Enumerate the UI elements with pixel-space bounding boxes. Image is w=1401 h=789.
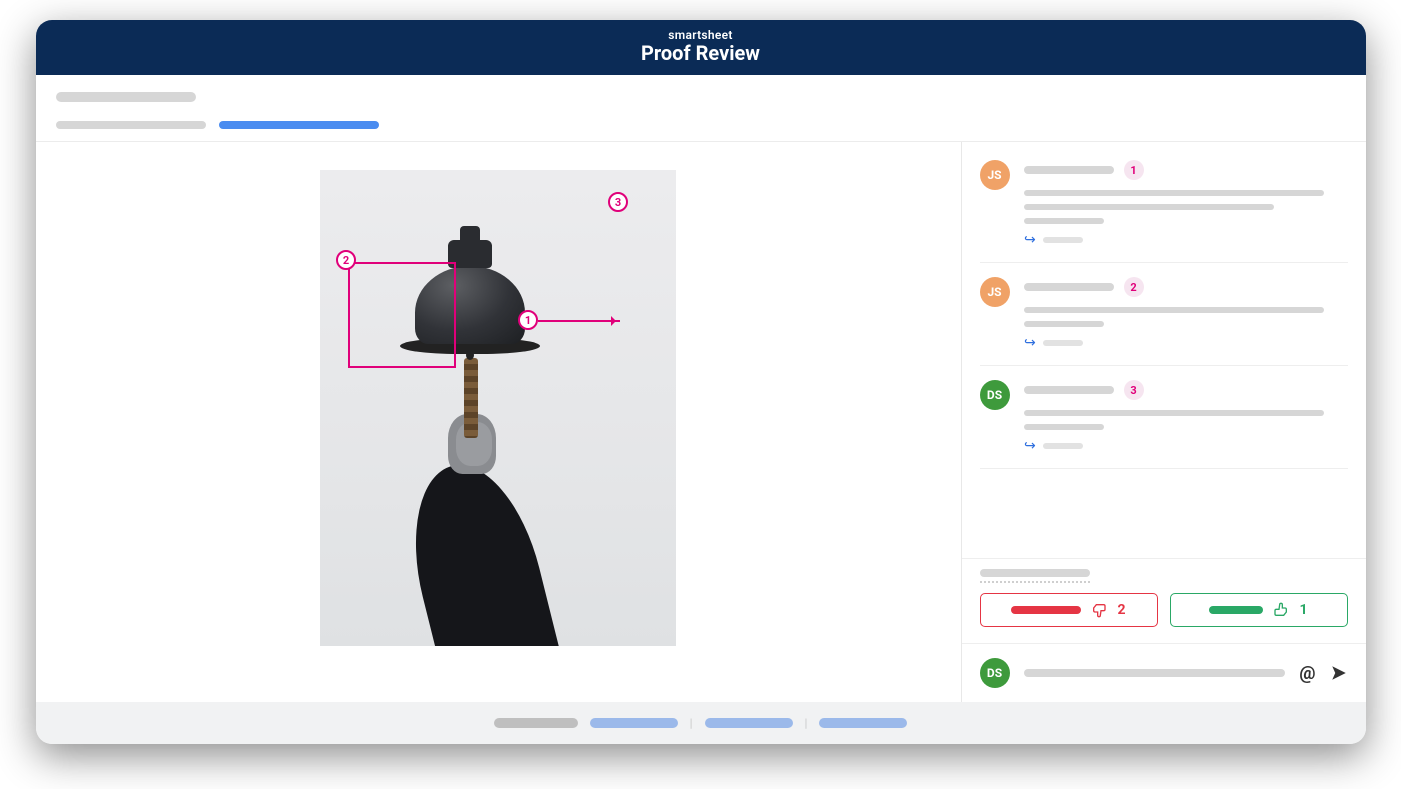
footer-divider-2: | — [805, 716, 808, 730]
image-arm — [394, 451, 566, 646]
comment-text-placeholder — [1024, 190, 1324, 196]
thumbs-down-icon — [1091, 602, 1107, 618]
image-clapper — [466, 350, 474, 360]
reject-count: 2 — [1117, 602, 1125, 618]
comment-input[interactable] — [1024, 669, 1286, 677]
breadcrumb-placeholder — [56, 121, 206, 129]
decision-label-placeholder — [980, 569, 1090, 577]
annotation-pin-2[interactable]: 2 — [336, 250, 356, 270]
comment-text-placeholder — [1024, 204, 1274, 210]
annotation-pin-1[interactable]: 1 — [518, 310, 538, 330]
image-handle — [464, 358, 478, 438]
thumbs-up-icon — [1273, 602, 1289, 618]
comment-meta-placeholder — [1024, 218, 1104, 224]
comment-item[interactable]: JS 1 ↩ — [980, 160, 1348, 263]
approve-label-placeholder — [1209, 606, 1263, 614]
comments-panel: JS 1 ↩ JS 2 ↩ DS 3 ↩ 2 1 — [962, 142, 1366, 702]
proof-name-placeholder — [56, 92, 196, 102]
composer-avatar: DS — [980, 658, 1010, 688]
proof-canvas[interactable]: 1 2 3 — [36, 142, 962, 702]
footer-item-4[interactable] — [819, 718, 907, 728]
decision-underline — [980, 581, 1090, 583]
approve-button[interactable]: 1 — [1170, 593, 1348, 627]
decision-section: 2 1 — [962, 558, 1366, 644]
comment-text-placeholder — [1024, 307, 1324, 313]
reply-label-placeholder[interactable] — [1043, 443, 1083, 449]
breadcrumb-bar — [36, 75, 1366, 142]
annotation-badge[interactable]: 1 — [1124, 160, 1144, 180]
comment-composer: DS @ — [962, 644, 1366, 702]
breadcrumb-link-placeholder[interactable] — [219, 121, 379, 129]
comment-text-placeholder — [1024, 410, 1324, 416]
reject-button[interactable]: 2 — [980, 593, 1158, 627]
reply-icon[interactable]: ↩ — [1024, 232, 1036, 248]
avatar: JS — [980, 160, 1010, 190]
commenter-name-placeholder — [1024, 283, 1114, 291]
reply-label-placeholder[interactable] — [1043, 237, 1083, 243]
annotation-badge[interactable]: 2 — [1124, 277, 1144, 297]
brand-label: smartsheet — [36, 28, 1366, 42]
footer-divider-1: | — [690, 716, 693, 730]
reject-label-placeholder — [1011, 606, 1081, 614]
comments-list: JS 1 ↩ JS 2 ↩ DS 3 ↩ — [962, 142, 1366, 558]
annotation-pin-3[interactable]: 3 — [608, 192, 628, 212]
footer-item-3[interactable] — [705, 718, 793, 728]
annotation-box-2[interactable] — [348, 262, 456, 368]
body: 1 2 3 JS 1 ↩ JS 2 ↩ DS 3 ↩ 2 — [36, 142, 1366, 702]
reply-label-placeholder[interactable] — [1043, 340, 1083, 346]
reply-icon[interactable]: ↩ — [1024, 335, 1036, 351]
reply-icon[interactable]: ↩ — [1024, 438, 1036, 454]
app-header: smartsheet Proof Review — [36, 20, 1366, 75]
avatar: DS — [980, 380, 1010, 410]
send-icon[interactable] — [1330, 664, 1348, 682]
approve-count: 1 — [1299, 602, 1307, 618]
page-title: Proof Review — [36, 41, 1366, 65]
avatar: JS — [980, 277, 1010, 307]
footer-item-1[interactable] — [494, 718, 578, 728]
comment-item[interactable]: JS 2 ↩ — [980, 277, 1348, 366]
comment-item[interactable]: DS 3 ↩ — [980, 380, 1348, 469]
footer-item-2[interactable] — [590, 718, 678, 728]
comment-meta-placeholder — [1024, 321, 1104, 327]
footer-toolbar: | | — [36, 702, 1366, 744]
commenter-name-placeholder — [1024, 386, 1114, 394]
app-window: smartsheet Proof Review 1 — [36, 20, 1366, 744]
mention-button[interactable]: @ — [1299, 663, 1315, 684]
comment-meta-placeholder — [1024, 424, 1104, 430]
commenter-name-placeholder — [1024, 166, 1114, 174]
proof-image[interactable]: 1 2 3 — [320, 170, 676, 646]
annotation-badge[interactable]: 3 — [1124, 380, 1144, 400]
annotation-arrow-1[interactable] — [538, 320, 620, 322]
